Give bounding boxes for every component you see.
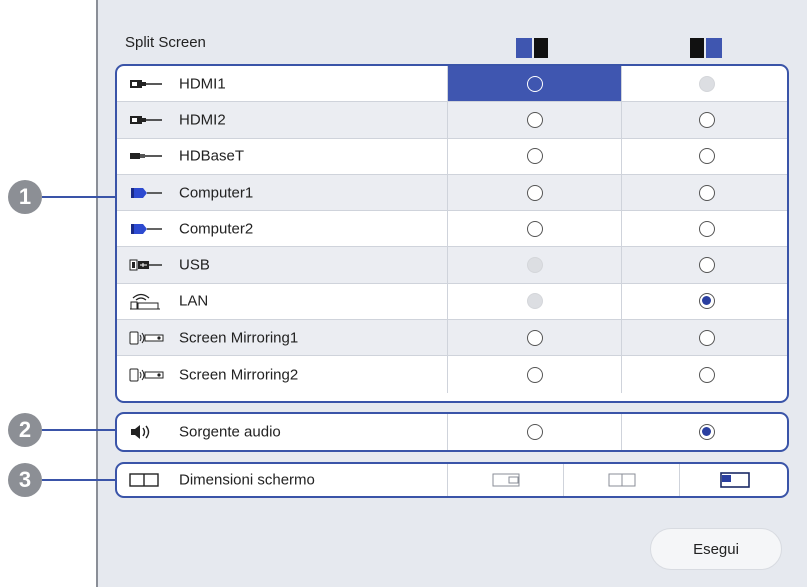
source-label: Screen Mirroring1 bbox=[179, 329, 299, 347]
left-screen-cell[interactable] bbox=[447, 138, 622, 174]
screen-mirroring-icon bbox=[129, 367, 169, 383]
page-title: Split Screen bbox=[125, 34, 206, 51]
audio-source-label: Sorgente audio bbox=[179, 423, 281, 441]
callout-2: 2 bbox=[8, 413, 42, 447]
right-screen-cell[interactable] bbox=[621, 283, 787, 320]
layout-right-active-icon bbox=[690, 38, 726, 58]
computer-icon bbox=[129, 221, 169, 237]
left-screen-cell[interactable] bbox=[447, 174, 622, 211]
callout-1-line bbox=[42, 196, 115, 198]
right-screen-radio[interactable] bbox=[699, 111, 715, 128]
right-larger-icon bbox=[720, 472, 750, 488]
right-screen-cell bbox=[621, 66, 787, 102]
source-label: USB bbox=[179, 256, 210, 274]
callout-2-line bbox=[42, 429, 115, 431]
right-screen-cell[interactable] bbox=[621, 247, 787, 283]
right-screen-cell[interactable] bbox=[621, 211, 787, 247]
source-label: Computer2 bbox=[179, 220, 254, 238]
left-screen-radio[interactable] bbox=[527, 366, 543, 383]
left-screen-radio[interactable] bbox=[527, 111, 543, 128]
right-screen-cell[interactable] bbox=[621, 356, 787, 393]
left-screen-radio[interactable] bbox=[527, 148, 543, 165]
source-label: HDBaseT bbox=[179, 147, 245, 165]
hdmi-icon bbox=[129, 76, 169, 92]
source-label: Computer1 bbox=[179, 184, 254, 202]
usb-icon bbox=[129, 257, 169, 273]
source-label: Screen Mirroring2 bbox=[179, 366, 299, 384]
left-screen-cell bbox=[447, 247, 622, 283]
size-option-right-larger[interactable] bbox=[679, 464, 787, 496]
hdmi-icon bbox=[129, 112, 169, 128]
lan-icon bbox=[129, 293, 169, 310]
screen-size-row: Dimensioni schermo bbox=[117, 464, 787, 496]
right-screen-radio[interactable] bbox=[699, 184, 715, 201]
source-label: HDMI2 bbox=[179, 111, 226, 129]
source-label: LAN bbox=[179, 292, 209, 310]
screen-mirroring-icon bbox=[129, 330, 169, 346]
left-larger-icon bbox=[492, 473, 520, 487]
source-row-hdbaset: HDBaseT bbox=[117, 138, 787, 175]
screen-size-icon bbox=[129, 472, 169, 488]
right-screen-radio[interactable] bbox=[699, 329, 715, 346]
source-row-hdmi1: HDMI1 bbox=[117, 66, 787, 103]
size-option-left-larger[interactable] bbox=[447, 464, 564, 496]
computer-icon bbox=[129, 185, 169, 201]
right-screen-radio bbox=[699, 75, 715, 92]
source-row-computer1: Computer1 bbox=[117, 174, 787, 212]
hdbaset-icon bbox=[129, 148, 169, 164]
speaker-icon bbox=[129, 424, 169, 440]
right-screen-cell[interactable] bbox=[621, 138, 787, 174]
left-screen-cell[interactable] bbox=[447, 66, 622, 102]
audio-source-group: Sorgente audio bbox=[115, 412, 789, 452]
equal-size-icon bbox=[608, 473, 636, 487]
source-row-computer2: Computer2 bbox=[117, 211, 787, 248]
source-list: HDMI1 HDMI2 HDBaseT Computer1 Computer2 USB LA… bbox=[115, 64, 789, 403]
execute-button[interactable]: Esegui bbox=[650, 528, 782, 570]
screen-size-label: Dimensioni schermo bbox=[179, 471, 315, 489]
audio-right-cell[interactable] bbox=[621, 414, 787, 450]
audio-left-radio[interactable] bbox=[527, 424, 543, 440]
right-screen-radio[interactable] bbox=[699, 257, 715, 274]
source-row-screen-mirroring1: Screen Mirroring1 bbox=[117, 320, 787, 357]
left-screen-radio[interactable] bbox=[527, 75, 543, 92]
left-screen-radio[interactable] bbox=[527, 329, 543, 346]
left-screen-cell[interactable] bbox=[447, 211, 622, 247]
right-screen-cell[interactable] bbox=[621, 102, 787, 138]
left-screen-radio bbox=[527, 257, 543, 274]
right-screen-cell[interactable] bbox=[621, 320, 787, 356]
source-row-hdmi2: HDMI2 bbox=[117, 102, 787, 139]
callout-3-line bbox=[42, 479, 115, 481]
right-screen-radio[interactable] bbox=[699, 366, 715, 383]
left-screen-radio[interactable] bbox=[527, 184, 543, 201]
source-row-screen-mirroring2: Screen Mirroring2 bbox=[117, 356, 787, 393]
left-screen-cell[interactable] bbox=[447, 102, 622, 138]
audio-right-radio[interactable] bbox=[699, 424, 715, 440]
callout-3: 3 bbox=[8, 463, 42, 497]
left-screen-cell bbox=[447, 283, 622, 320]
callout-1: 1 bbox=[8, 180, 42, 214]
left-screen-cell[interactable] bbox=[447, 356, 622, 393]
audio-row: Sorgente audio bbox=[117, 414, 787, 450]
right-screen-radio[interactable] bbox=[699, 148, 715, 165]
source-label: HDMI1 bbox=[179, 75, 226, 93]
left-screen-radio bbox=[527, 293, 543, 310]
left-screen-cell[interactable] bbox=[447, 320, 622, 356]
left-screen-radio[interactable] bbox=[527, 220, 543, 237]
audio-left-cell[interactable] bbox=[447, 414, 622, 450]
size-option-equal[interactable] bbox=[563, 464, 680, 496]
right-screen-cell[interactable] bbox=[621, 174, 787, 211]
right-screen-radio[interactable] bbox=[699, 220, 715, 237]
right-screen-radio[interactable] bbox=[699, 293, 715, 310]
layout-left-active-icon bbox=[516, 38, 552, 58]
source-row-usb: USB bbox=[117, 247, 787, 284]
source-row-lan: LAN bbox=[117, 283, 787, 321]
screen-size-group: Dimensioni schermo bbox=[115, 462, 789, 498]
